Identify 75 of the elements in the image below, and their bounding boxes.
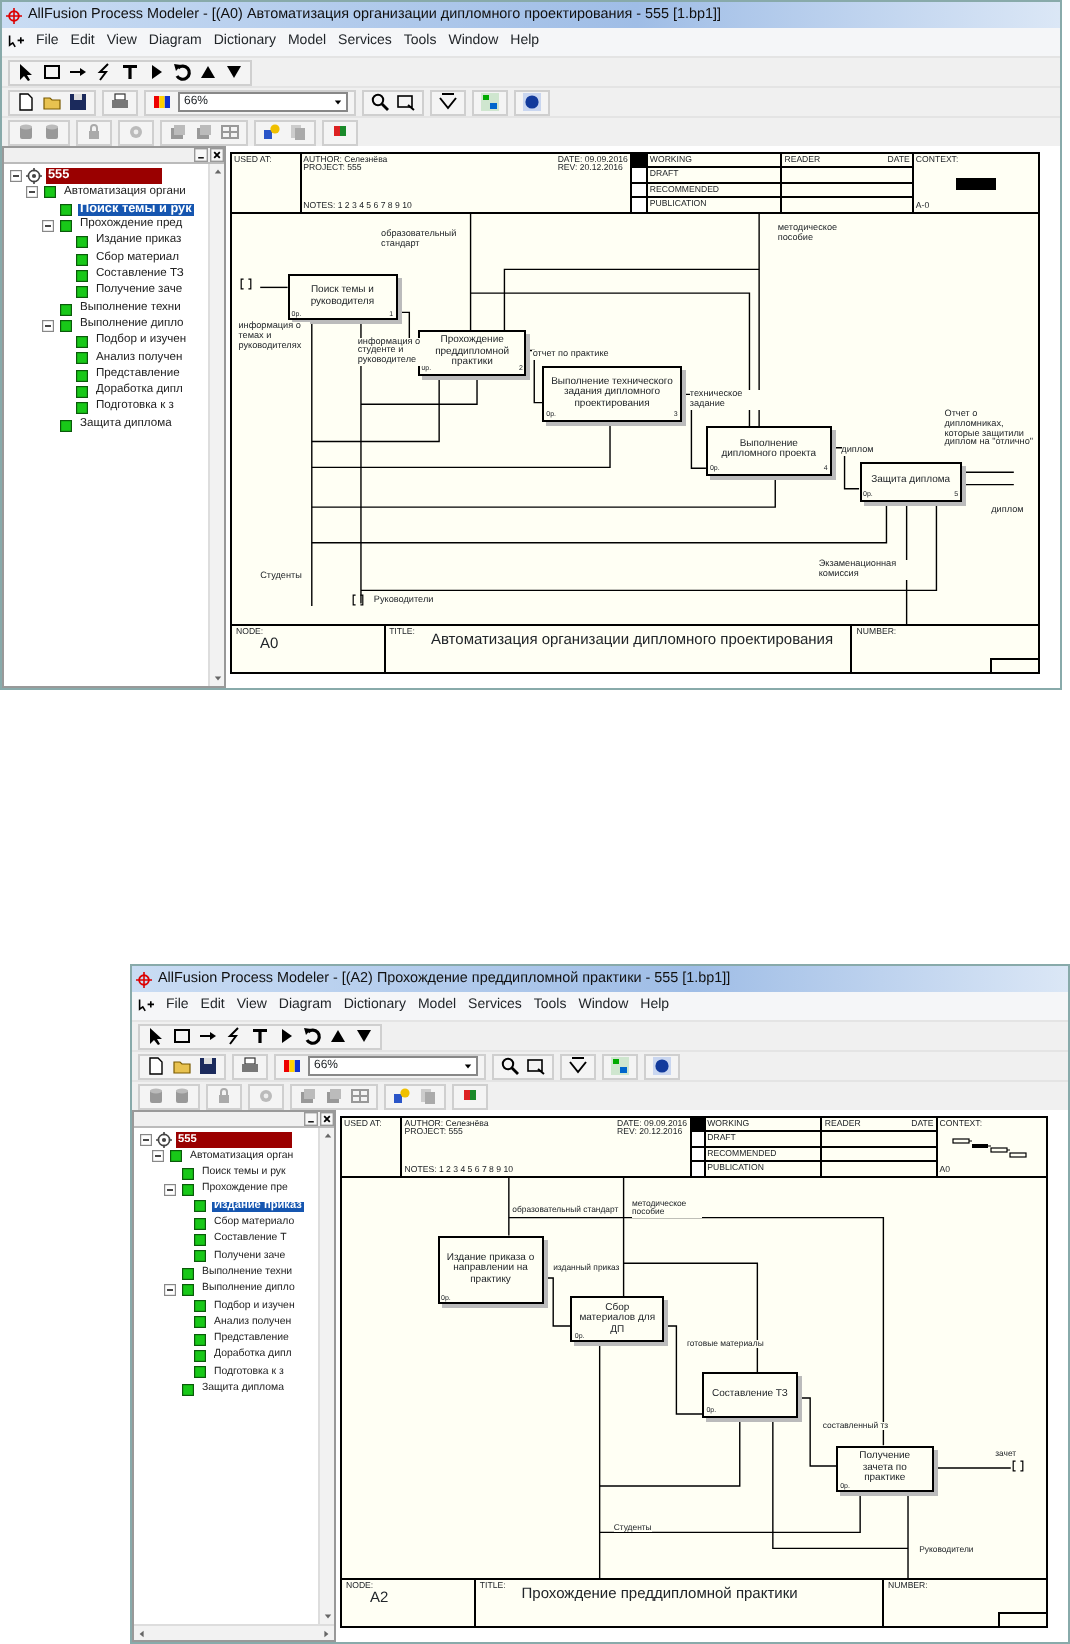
minimize-icon[interactable]: [304, 1112, 318, 1126]
fit-icon[interactable]: [396, 92, 416, 112]
save-icon[interactable]: [198, 1056, 218, 1076]
shapes-icon[interactable]: [262, 122, 282, 142]
menu-icon[interactable]: [138, 998, 154, 1014]
collapse-icon[interactable]: [10, 170, 22, 183]
triangle-up-icon[interactable]: [198, 62, 218, 82]
scroll-left-icon[interactable]: [134, 1625, 150, 1641]
flag-icon[interactable]: [330, 122, 350, 142]
undo-icon[interactable]: [172, 62, 192, 82]
globe-icon[interactable]: [652, 1056, 672, 1076]
tree-icon[interactable]: [480, 92, 500, 112]
text-tool-icon[interactable]: [250, 1026, 270, 1046]
triangle-down-icon[interactable]: [224, 62, 244, 82]
dropdown-caret-icon[interactable]: [330, 94, 346, 110]
tunnel-icon: [352, 593, 365, 606]
rectangle-icon[interactable]: [42, 62, 62, 82]
print-icon[interactable]: [110, 92, 130, 112]
collapse-icon[interactable]: [42, 220, 54, 233]
flag-icon[interactable]: [460, 1086, 480, 1106]
model-icon: [26, 168, 42, 185]
cylinder-icon[interactable]: [16, 122, 36, 142]
arrow-icon[interactable]: [68, 62, 88, 82]
model-icon: [156, 1132, 172, 1149]
collapse-icon[interactable]: [26, 186, 38, 199]
close-icon[interactable]: [320, 1112, 334, 1126]
color-icon[interactable]: [282, 1056, 302, 1076]
cylinder-icon[interactable]: [146, 1086, 166, 1106]
zoom-icon[interactable]: [500, 1056, 520, 1076]
save-icon[interactable]: [68, 92, 88, 112]
shapes-icon[interactable]: [392, 1086, 412, 1106]
triangle-down-icon[interactable]: [354, 1026, 374, 1046]
zoom-icon[interactable]: [370, 92, 390, 112]
minimize-icon[interactable]: [194, 148, 208, 162]
globe-icon[interactable]: [522, 92, 542, 112]
scroll-down-icon[interactable]: [210, 670, 226, 686]
grid-icon[interactable]: [350, 1086, 370, 1106]
app-icon: [6, 7, 22, 23]
menu-icon[interactable]: [8, 34, 24, 50]
dropdown-caret-icon[interactable]: [460, 1058, 476, 1074]
collapse-icon[interactable]: [140, 1134, 152, 1147]
tunnel-icon: [1012, 1460, 1025, 1472]
scrollbar[interactable]: [134, 1624, 334, 1640]
tunnel-icon: [240, 277, 253, 290]
collapse-icon[interactable]: [164, 1283, 176, 1296]
scrollbar[interactable]: [318, 1128, 334, 1624]
print-icon[interactable]: [240, 1056, 260, 1076]
close-icon[interactable]: [210, 148, 224, 162]
color-icon[interactable]: [152, 92, 172, 112]
check-icon[interactable]: [568, 1056, 588, 1076]
text-tool-icon[interactable]: [120, 62, 140, 82]
collapse-icon[interactable]: [152, 1150, 164, 1163]
rectangle-icon[interactable]: [172, 1026, 192, 1046]
context-diagram-drawing: [951, 1137, 1032, 1157]
app-icon: [136, 971, 152, 987]
tree-icon[interactable]: [610, 1056, 630, 1076]
pointer-icon[interactable]: [16, 62, 36, 82]
fit-icon[interactable]: [526, 1056, 546, 1076]
context-box-drawing: [955, 177, 996, 189]
collapse-icon[interactable]: [42, 319, 54, 332]
cylinder-icon[interactable]: [172, 1086, 192, 1106]
new-file-icon[interactable]: [16, 92, 36, 112]
collapse-icon[interactable]: [164, 1184, 176, 1197]
zigzag-icon[interactable]: [94, 62, 114, 82]
new-file-icon[interactable]: [146, 1056, 166, 1076]
check-icon[interactable]: [438, 92, 458, 112]
zigzag-icon[interactable]: [224, 1026, 244, 1046]
arrow-icon[interactable]: [198, 1026, 218, 1046]
undo-icon[interactable]: [302, 1026, 322, 1046]
pointer-icon[interactable]: [146, 1026, 166, 1046]
triangle-up-icon[interactable]: [328, 1026, 348, 1046]
play-icon[interactable]: [146, 62, 166, 82]
play-icon[interactable]: [276, 1026, 296, 1046]
cylinder-icon[interactable]: [42, 122, 62, 142]
scrollbar[interactable]: [208, 164, 224, 686]
